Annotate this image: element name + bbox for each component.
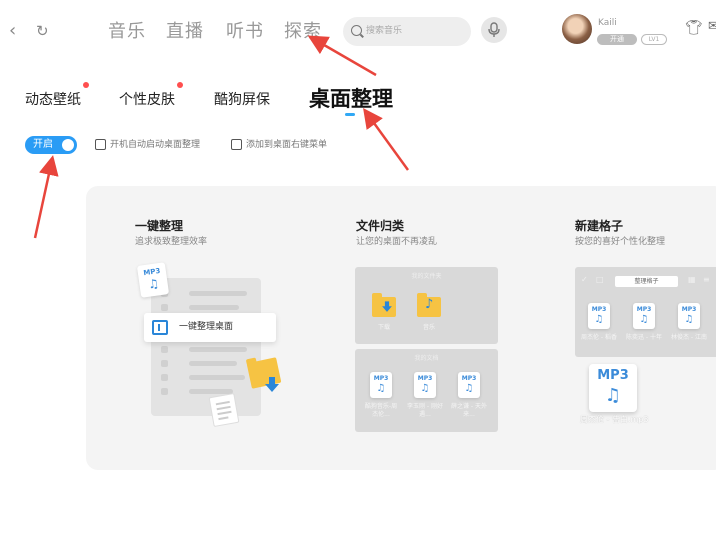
feature-desc: 按您的喜好个性化整理 — [575, 237, 666, 247]
enable-toggle[interactable]: 开启 — [25, 136, 77, 154]
box-title: 我的文档 — [414, 355, 439, 362]
file-label: 陈奕迅 - 十年 — [626, 334, 662, 341]
arrow-to-desktop-organizer — [363, 107, 410, 171]
file-label: 酷狗音乐-周杰伦... — [364, 403, 398, 418]
feature-desc: 让您的桌面不再凌乱 — [356, 237, 438, 247]
arrow-to-toggle — [33, 155, 59, 239]
download-icon — [382, 301, 392, 312]
file-label: 周杰伦 - 告白.mp3 — [580, 415, 649, 424]
toggle-knob — [62, 139, 74, 151]
mp3-file-icon: MP3 ♫ — [370, 372, 392, 398]
search-placeholder: 搜索音乐 — [366, 26, 403, 36]
tshirt-icon[interactable]: 👕︎ — [685, 20, 703, 36]
mp3-file-icon: MP3 ♫ — [678, 303, 700, 329]
mp3-file-icon-large: MP3 ♫ — [589, 364, 637, 412]
file-label: 周杰伦 - 稻香 — [581, 334, 617, 341]
mic-icon — [488, 22, 500, 37]
new-dot — [83, 82, 89, 88]
arrow-down-icon — [265, 377, 279, 392]
refresh-icon[interactable]: ↻ — [36, 19, 56, 43]
checkbox[interactable] — [231, 139, 242, 150]
tab-explore[interactable]: 探索 — [284, 18, 322, 46]
checkbox[interactable] — [95, 139, 106, 150]
tidy-icon — [152, 320, 168, 335]
tidy-button-label: 一键整理桌面 — [179, 322, 234, 332]
one-click-tidy-button[interactable]: 一键整理桌面 — [144, 313, 276, 342]
mp3-file-icon: MP3 ♫ — [588, 303, 610, 329]
folder-label: 音乐 — [422, 324, 435, 331]
new-dot — [177, 82, 183, 88]
subtab-screensaver[interactable]: 酷狗屏保 — [214, 90, 270, 110]
tab-audiobook[interactable]: 听书 — [226, 18, 264, 46]
autostart-label: 开机自动启动桌面整理 — [110, 140, 201, 150]
file-label: 李玉刚 - 刚好遇... — [407, 403, 443, 418]
feature-title: 一键整理 — [135, 219, 184, 233]
context-menu-label: 添加到桌面右键菜单 — [246, 140, 328, 150]
file-label: 薛之谦 - 天外来... — [451, 403, 487, 418]
paper-icon — [208, 392, 240, 428]
voice-search-button[interactable] — [481, 17, 507, 43]
subtab-desktop-organizer[interactable]: 桌面整理 — [309, 85, 393, 113]
lock-icon: □ — [596, 275, 604, 284]
mp3-file-icon: MP3 ♫ — [458, 372, 480, 398]
mp3-file-icon: MP3 ♫ — [633, 303, 655, 329]
search-icon — [351, 25, 362, 36]
menu-icon: ≡ — [703, 275, 710, 284]
search-input[interactable]: 搜索音乐 — [343, 17, 471, 46]
box-title: 我的文件夹 — [411, 273, 442, 280]
check-icon: ✓ — [581, 275, 588, 284]
active-tab-indicator — [345, 113, 355, 116]
mp3-file-icon: MP3 ♫ — [414, 372, 436, 398]
avatar[interactable] — [562, 14, 592, 44]
tab-live[interactable]: 直播 — [166, 18, 204, 46]
message-icon[interactable]: ✉ — [708, 19, 716, 34]
mp3-file-icon: MP3 ♫ — [136, 262, 170, 298]
grid-header-button[interactable]: 整理格子 — [615, 276, 678, 287]
level-badge: LV1 — [641, 34, 667, 45]
feature-title: 新建格子 — [575, 219, 624, 233]
feature-title: 文件归类 — [356, 219, 405, 233]
toggle-label: 开启 — [33, 139, 53, 150]
tab-music[interactable]: 音乐 — [108, 18, 146, 46]
file-label: 林俊杰 - 江南 — [671, 334, 707, 341]
feature-desc: 追求极致整理效率 — [135, 237, 208, 247]
back-icon[interactable]: ‹ — [9, 19, 25, 43]
subtab-dynamic-wallpaper[interactable]: 动态壁纸 — [25, 90, 81, 110]
folder-label: 下载 — [377, 324, 390, 331]
grid-icon: ▦ — [688, 275, 696, 284]
user-name[interactable]: Kaili — [598, 17, 617, 29]
vip-badge[interactable]: 开通 — [597, 34, 637, 45]
music-note-icon: ♪ — [425, 297, 434, 312]
document-illustration — [151, 278, 261, 416]
subtab-personal-skin[interactable]: 个性皮肤 — [119, 90, 175, 110]
